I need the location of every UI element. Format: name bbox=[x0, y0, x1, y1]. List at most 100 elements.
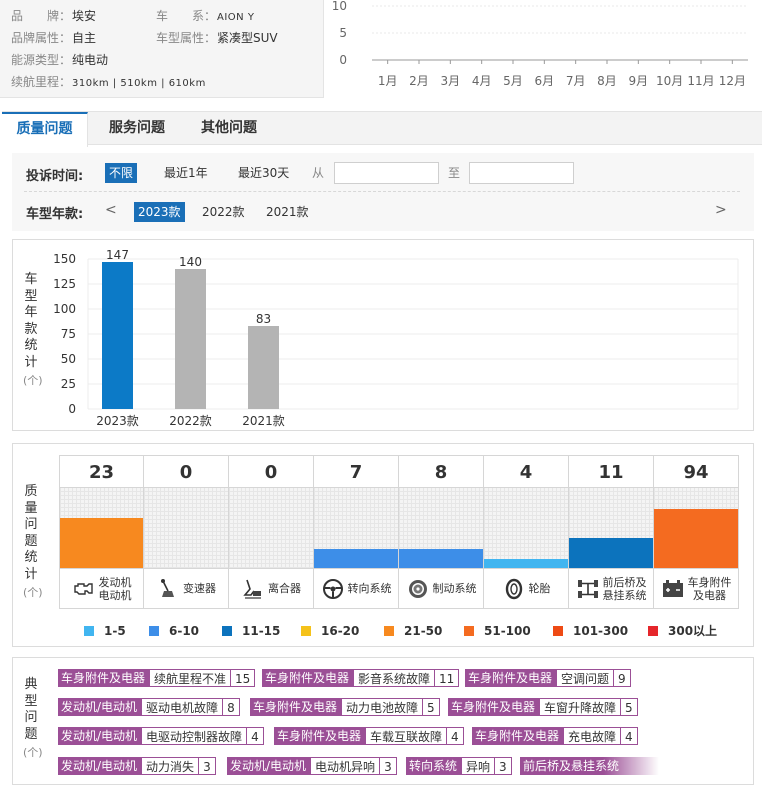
complaint-time-label: 投诉时间: bbox=[26, 169, 84, 184]
issue-count: 5 bbox=[620, 698, 638, 716]
quality-bar-area bbox=[569, 488, 653, 568]
issue-category: 车身附件及电器 bbox=[465, 669, 557, 687]
typical-issue-tag[interactable]: 车身附件及电器 续航里程不准 15 bbox=[58, 669, 256, 687]
quality-column[interactable]: 11 前后桥及 悬挂系统 bbox=[569, 455, 654, 609]
quality-count: 94 bbox=[654, 455, 738, 488]
typical-issues-side-label: 典型问题 (个) bbox=[23, 677, 43, 762]
quality-count: 4 bbox=[484, 455, 568, 488]
model-year-bar-chart: 0 25 50 75 100 125 150 147 2023款 140 2022款 83 2021款 bbox=[53, 248, 739, 428]
typical-issue-tag[interactable]: 前后桥及悬挂系统 bbox=[520, 757, 660, 775]
typical-issue-tag[interactable]: 车身附件及电器 车窗升降故障 5 bbox=[448, 698, 638, 716]
typical-issue-tag[interactable]: 车身附件及电器 车载互联故障 4 bbox=[274, 727, 464, 745]
monthly-y-tick: 5 bbox=[339, 26, 347, 40]
quality-column[interactable]: 0 变速器 bbox=[144, 455, 229, 609]
year-option-2021[interactable]: 2021款 bbox=[262, 202, 313, 222]
quality-bar bbox=[484, 559, 568, 568]
typical-issue-tag[interactable]: 发动机/电动机 电驱动控制器故障 4 bbox=[58, 727, 264, 745]
energy-value: 纯电动 bbox=[72, 53, 109, 67]
time-option-all[interactable]: 不限 bbox=[105, 163, 138, 183]
prev-year-arrow[interactable]: < bbox=[105, 202, 117, 218]
side-label-char: 问 bbox=[24, 710, 38, 725]
legend-label: 300以上 bbox=[668, 624, 718, 638]
engine-icon bbox=[73, 582, 93, 595]
issue-tabs: 质量问题 服务问题 其他问题 bbox=[2, 111, 762, 147]
legend-label: 1-5 bbox=[104, 624, 126, 638]
legend-swatch bbox=[464, 626, 474, 636]
quality-bar bbox=[569, 538, 653, 568]
legend-label: 51-100 bbox=[484, 624, 531, 638]
side-label-char: 统 bbox=[24, 550, 38, 565]
tab-service[interactable]: 服务问题 bbox=[94, 112, 180, 145]
typical-issue-tag[interactable]: 发动机/电动机 驱动电机故障 8 bbox=[58, 698, 240, 716]
bar-2023款[interactable] bbox=[102, 262, 133, 409]
brand-row: 品 牌：埃安 车 系：AION Y bbox=[11, 7, 254, 24]
bar-2022款[interactable] bbox=[175, 269, 206, 409]
monthly-month-label: 9月 bbox=[629, 74, 649, 88]
quality-bar bbox=[314, 548, 398, 568]
time-option-1-year[interactable]: 最近1年 bbox=[160, 163, 212, 183]
legend-label: 16-20 bbox=[321, 624, 360, 638]
range-row: 续航里程：310km | 510km | 610km bbox=[11, 73, 206, 90]
issue-category: 车身附件及电器 bbox=[274, 727, 366, 745]
quality-stats-side-label: 质量问题统计 (个) bbox=[23, 484, 43, 602]
monthly-month-label: 5月 bbox=[503, 74, 523, 88]
quality-column[interactable]: 94 车身附件 及电器 bbox=[654, 455, 739, 609]
issue-name: 驱动电机故障 bbox=[141, 698, 223, 716]
brand-type-label: 品牌属性： bbox=[11, 31, 72, 45]
quality-category-name: 离合器 bbox=[268, 582, 301, 595]
quality-category-name: 前后桥及 悬挂系统 bbox=[603, 576, 647, 602]
year-option-2022[interactable]: 2022款 bbox=[198, 202, 249, 222]
severity-legend: 1-5 6-10 11-15 16-20 21-50 51-100 101-300 300以上 bbox=[0, 623, 766, 639]
bar-2021款[interactable] bbox=[248, 326, 279, 409]
end-date-input[interactable] bbox=[469, 162, 574, 184]
issue-count: 4 bbox=[620, 727, 638, 745]
next-year-arrow[interactable]: > bbox=[715, 202, 727, 218]
issue-name: 车窗升降故障 bbox=[539, 698, 621, 716]
time-option-30-days[interactable]: 最近30天 bbox=[234, 163, 293, 183]
quality-category-name-line: 前后桥及 bbox=[602, 575, 647, 589]
quality-category-name-line: 制动系统 bbox=[432, 582, 477, 595]
legend-label: 6-10 bbox=[169, 624, 200, 638]
issue-category: 车身附件及电器 bbox=[58, 669, 150, 687]
typical-issue-tag[interactable]: 发动机/电动机 动力消失 3 bbox=[58, 757, 216, 775]
quality-count: 23 bbox=[60, 455, 143, 488]
brand-value: 埃安 bbox=[72, 9, 97, 23]
issue-name: 车载互联故障 bbox=[365, 727, 447, 745]
bar-value-label: 140 bbox=[179, 255, 202, 269]
axle-icon bbox=[577, 579, 598, 598]
quality-column[interactable]: 7 转向系统 bbox=[314, 455, 399, 609]
legend-swatch bbox=[384, 626, 394, 636]
typical-issue-tag[interactable]: 车身附件及电器 空调问题 9 bbox=[465, 669, 631, 687]
range-label: 续航里程： bbox=[11, 75, 72, 89]
start-date-input[interactable] bbox=[334, 162, 439, 184]
typical-issue-tag[interactable]: 发动机/电动机 电动机异响 3 bbox=[227, 757, 397, 775]
quality-column[interactable]: 23 发动机 电动机 bbox=[59, 455, 144, 609]
quality-column[interactable]: 4 轮胎 bbox=[484, 455, 569, 609]
quality-category: 转向系统 bbox=[314, 568, 398, 609]
tab-quality[interactable]: 质量问题 bbox=[2, 112, 88, 147]
series-value: AION Y bbox=[217, 12, 255, 23]
series-label: 车 系： bbox=[156, 9, 217, 23]
legend-label: 11-15 bbox=[242, 624, 281, 638]
quality-category-name: 变速器 bbox=[183, 582, 216, 595]
model-year-label: 车型年款: bbox=[26, 207, 84, 222]
issue-category: 发动机/电动机 bbox=[227, 757, 311, 775]
quality-category-name-line: 悬挂系统 bbox=[602, 588, 647, 602]
typical-issue-tag[interactable]: 车身附件及电器 充电故障 4 bbox=[472, 727, 638, 745]
typical-issue-tag[interactable]: 转向系统 异响 3 bbox=[406, 757, 512, 775]
legend-item: 21-50 bbox=[384, 623, 442, 639]
energy-row: 能源类型：纯电动 bbox=[11, 51, 108, 68]
issue-count: 15 bbox=[230, 669, 256, 687]
quality-column[interactable]: 0 离合器 bbox=[229, 455, 314, 609]
issue-category: 车身附件及电器 bbox=[472, 727, 564, 745]
quality-column[interactable]: 8 制动系统 bbox=[399, 455, 484, 609]
typical-issue-tag[interactable]: 车身附件及电器 影音系统故障 11 bbox=[262, 669, 460, 687]
quality-bar bbox=[399, 548, 483, 568]
typical-issue-tag[interactable]: 车身附件及电器 动力电池故障 5 bbox=[250, 698, 440, 716]
quality-stats-grid: 23 发动机 电动机 0 变速器 0 离合器 7 转向系统 8 制动系统 4 轮胎 11 前后桥及 悬挂系统 9… bbox=[59, 455, 739, 609]
tab-other[interactable]: 其他问题 bbox=[186, 112, 272, 145]
issue-category: 发动机/电动机 bbox=[58, 698, 142, 716]
monthly-month-label: 11月 bbox=[687, 74, 714, 88]
gear-shift-icon bbox=[161, 578, 174, 597]
year-option-2023[interactable]: 2023款 bbox=[134, 202, 185, 222]
